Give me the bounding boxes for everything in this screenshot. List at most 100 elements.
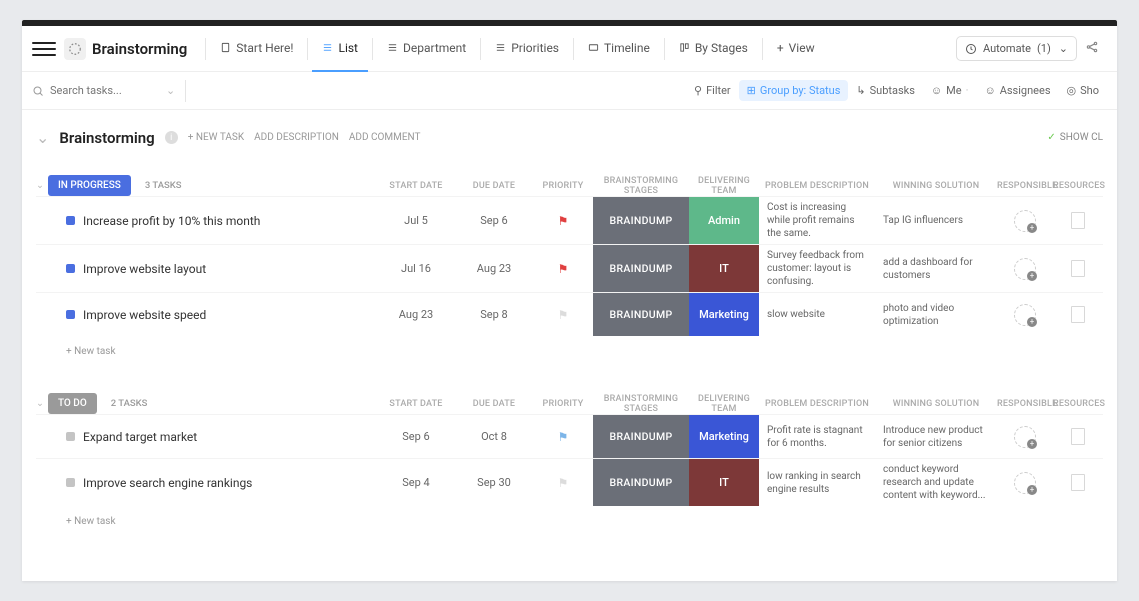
solution-cell[interactable]: add a dashboard for customers bbox=[875, 245, 997, 292]
task-count: 3 TASKS bbox=[141, 180, 182, 191]
tab-department[interactable]: Department bbox=[377, 26, 476, 72]
start-date[interactable]: Sep 4 bbox=[377, 459, 455, 506]
problem-cell[interactable]: Profit rate is stagnant for 6 months. bbox=[759, 415, 875, 458]
resources-cell[interactable] bbox=[1053, 459, 1103, 506]
team-cell[interactable]: Marketing bbox=[689, 293, 759, 336]
team-cell[interactable]: IT bbox=[689, 245, 759, 292]
status-square[interactable] bbox=[66, 478, 75, 487]
task-row[interactable]: Improve search engine rankings Sep 4 Sep… bbox=[36, 458, 1103, 506]
status-square[interactable] bbox=[66, 432, 75, 441]
responsible-cell[interactable] bbox=[997, 197, 1053, 244]
section-header: ⌄ Brainstorming i + NEW TASK ADD DESCRIP… bbox=[36, 128, 1103, 147]
due-date[interactable]: Sep 30 bbox=[455, 459, 533, 506]
info-icon[interactable]: i bbox=[165, 131, 178, 144]
subtasks-button[interactable]: ↳Subtasks bbox=[848, 84, 923, 97]
search-dropdown-icon[interactable]: ⌄ bbox=[160, 84, 181, 97]
space-avatar[interactable] bbox=[64, 38, 86, 60]
problem-cell[interactable]: Survey feedback from customer: layout is… bbox=[759, 245, 875, 292]
new-task-button[interactable]: + New task bbox=[36, 336, 1103, 357]
add-description-link[interactable]: ADD DESCRIPTION bbox=[254, 132, 339, 143]
task-row[interactable]: Improve website layout Jul 16 Aug 23 ⚑ B… bbox=[36, 244, 1103, 292]
start-date[interactable]: Jul 5 bbox=[377, 197, 455, 244]
tab-add-view[interactable]: +View bbox=[767, 26, 825, 72]
resources-cell[interactable] bbox=[1053, 197, 1103, 244]
stage-cell[interactable]: BRAINDUMP bbox=[593, 293, 689, 336]
task-row[interactable]: Increase profit by 10% this month Jul 5 … bbox=[36, 196, 1103, 244]
tab-priorities[interactable]: Priorities bbox=[485, 26, 569, 72]
search-input[interactable] bbox=[50, 84, 160, 97]
collapse-icon[interactable]: ⌄ bbox=[36, 398, 44, 409]
group-icon: ⊞ bbox=[747, 84, 756, 97]
responsible-cell[interactable] bbox=[997, 459, 1053, 506]
user-icon: ☺ bbox=[931, 84, 942, 97]
responsible-cell[interactable] bbox=[997, 415, 1053, 458]
gauge-icon bbox=[965, 43, 977, 55]
resources-cell[interactable] bbox=[1053, 415, 1103, 458]
task-row[interactable]: Expand target market Sep 6 Oct 8 ⚑ BRAIN… bbox=[36, 414, 1103, 458]
collapse-icon[interactable]: ⌄ bbox=[36, 128, 49, 147]
tab-timeline[interactable]: Timeline bbox=[578, 26, 660, 72]
status-square[interactable] bbox=[66, 264, 75, 273]
assign-icon bbox=[1014, 210, 1036, 232]
team-cell[interactable]: IT bbox=[689, 459, 759, 506]
flag-icon: ⚑ bbox=[558, 214, 569, 228]
stage-cell[interactable]: BRAINDUMP bbox=[593, 415, 689, 458]
assignees-button[interactable]: ☺Assignees bbox=[976, 84, 1058, 97]
task-name: Improve search engine rankings bbox=[83, 476, 252, 490]
stage-cell[interactable]: BRAINDUMP bbox=[593, 197, 689, 244]
show-closed-link[interactable]: ✓SHOW CL bbox=[1047, 132, 1103, 143]
due-date[interactable]: Sep 8 bbox=[455, 293, 533, 336]
priority-flag[interactable]: ⚑ bbox=[533, 415, 593, 458]
due-date[interactable]: Sep 6 bbox=[455, 197, 533, 244]
status-square[interactable] bbox=[66, 216, 75, 225]
show-button[interactable]: ◎Sho bbox=[1059, 84, 1107, 97]
status-square[interactable] bbox=[66, 310, 75, 319]
solution-cell[interactable]: Tap IG influencers bbox=[875, 197, 997, 244]
search-input-wrap[interactable] bbox=[32, 84, 160, 97]
stage-cell[interactable]: BRAINDUMP bbox=[593, 245, 689, 292]
priority-flag[interactable]: ⚑ bbox=[533, 293, 593, 336]
priority-flag[interactable]: ⚑ bbox=[533, 459, 593, 506]
status-pill[interactable]: IN PROGRESS bbox=[48, 175, 131, 196]
responsible-cell[interactable] bbox=[997, 245, 1053, 292]
solution-cell[interactable]: conduct keyword research and update cont… bbox=[875, 459, 997, 506]
tab-list[interactable]: List bbox=[312, 26, 368, 72]
problem-cell[interactable]: low ranking in search engine results bbox=[759, 459, 875, 506]
tab-start-here[interactable]: Start Here! bbox=[210, 26, 303, 72]
solution-cell[interactable]: photo and video optimization bbox=[875, 293, 997, 336]
team-cell[interactable]: Admin bbox=[689, 197, 759, 244]
status-pill[interactable]: TO DO bbox=[48, 393, 97, 414]
new-task-link[interactable]: + NEW TASK bbox=[188, 132, 244, 143]
add-comment-link[interactable]: ADD COMMENT bbox=[349, 132, 421, 143]
space-name[interactable]: Brainstorming bbox=[92, 40, 187, 58]
flag-icon: ⚑ bbox=[558, 262, 569, 276]
problem-cell[interactable]: Cost is increasing while profit remains … bbox=[759, 197, 875, 244]
users-icon: ☺ bbox=[984, 84, 995, 97]
filter-button[interactable]: ⚲Filter bbox=[686, 84, 739, 97]
resources-cell[interactable] bbox=[1053, 293, 1103, 336]
team-cell[interactable]: Marketing bbox=[689, 415, 759, 458]
start-date[interactable]: Sep 6 bbox=[377, 415, 455, 458]
tab-by-stages[interactable]: By Stages bbox=[669, 26, 758, 72]
menu-icon[interactable] bbox=[32, 37, 56, 61]
responsible-cell[interactable] bbox=[997, 293, 1053, 336]
problem-cell[interactable]: slow website bbox=[759, 293, 875, 336]
solution-cell[interactable]: Introduce new product for senior citizen… bbox=[875, 415, 997, 458]
start-date[interactable]: Jul 16 bbox=[377, 245, 455, 292]
stage-cell[interactable]: BRAINDUMP bbox=[593, 459, 689, 506]
share-icon[interactable] bbox=[1077, 39, 1107, 58]
group-by-button[interactable]: ⊞Group by: Status bbox=[739, 80, 849, 101]
new-task-button[interactable]: + New task bbox=[36, 506, 1103, 527]
me-button[interactable]: ☺Me· bbox=[923, 84, 977, 97]
resources-cell[interactable] bbox=[1053, 245, 1103, 292]
due-date[interactable]: Oct 8 bbox=[455, 415, 533, 458]
task-name: Expand target market bbox=[83, 430, 197, 444]
task-count: 2 TASKS bbox=[107, 398, 148, 409]
start-date[interactable]: Aug 23 bbox=[377, 293, 455, 336]
collapse-icon[interactable]: ⌄ bbox=[36, 180, 44, 191]
due-date[interactable]: Aug 23 bbox=[455, 245, 533, 292]
task-row[interactable]: Improve website speed Aug 23 Sep 8 ⚑ BRA… bbox=[36, 292, 1103, 336]
automate-button[interactable]: Automate(1) ⌄ bbox=[956, 36, 1077, 61]
priority-flag[interactable]: ⚑ bbox=[533, 245, 593, 292]
priority-flag[interactable]: ⚑ bbox=[533, 197, 593, 244]
